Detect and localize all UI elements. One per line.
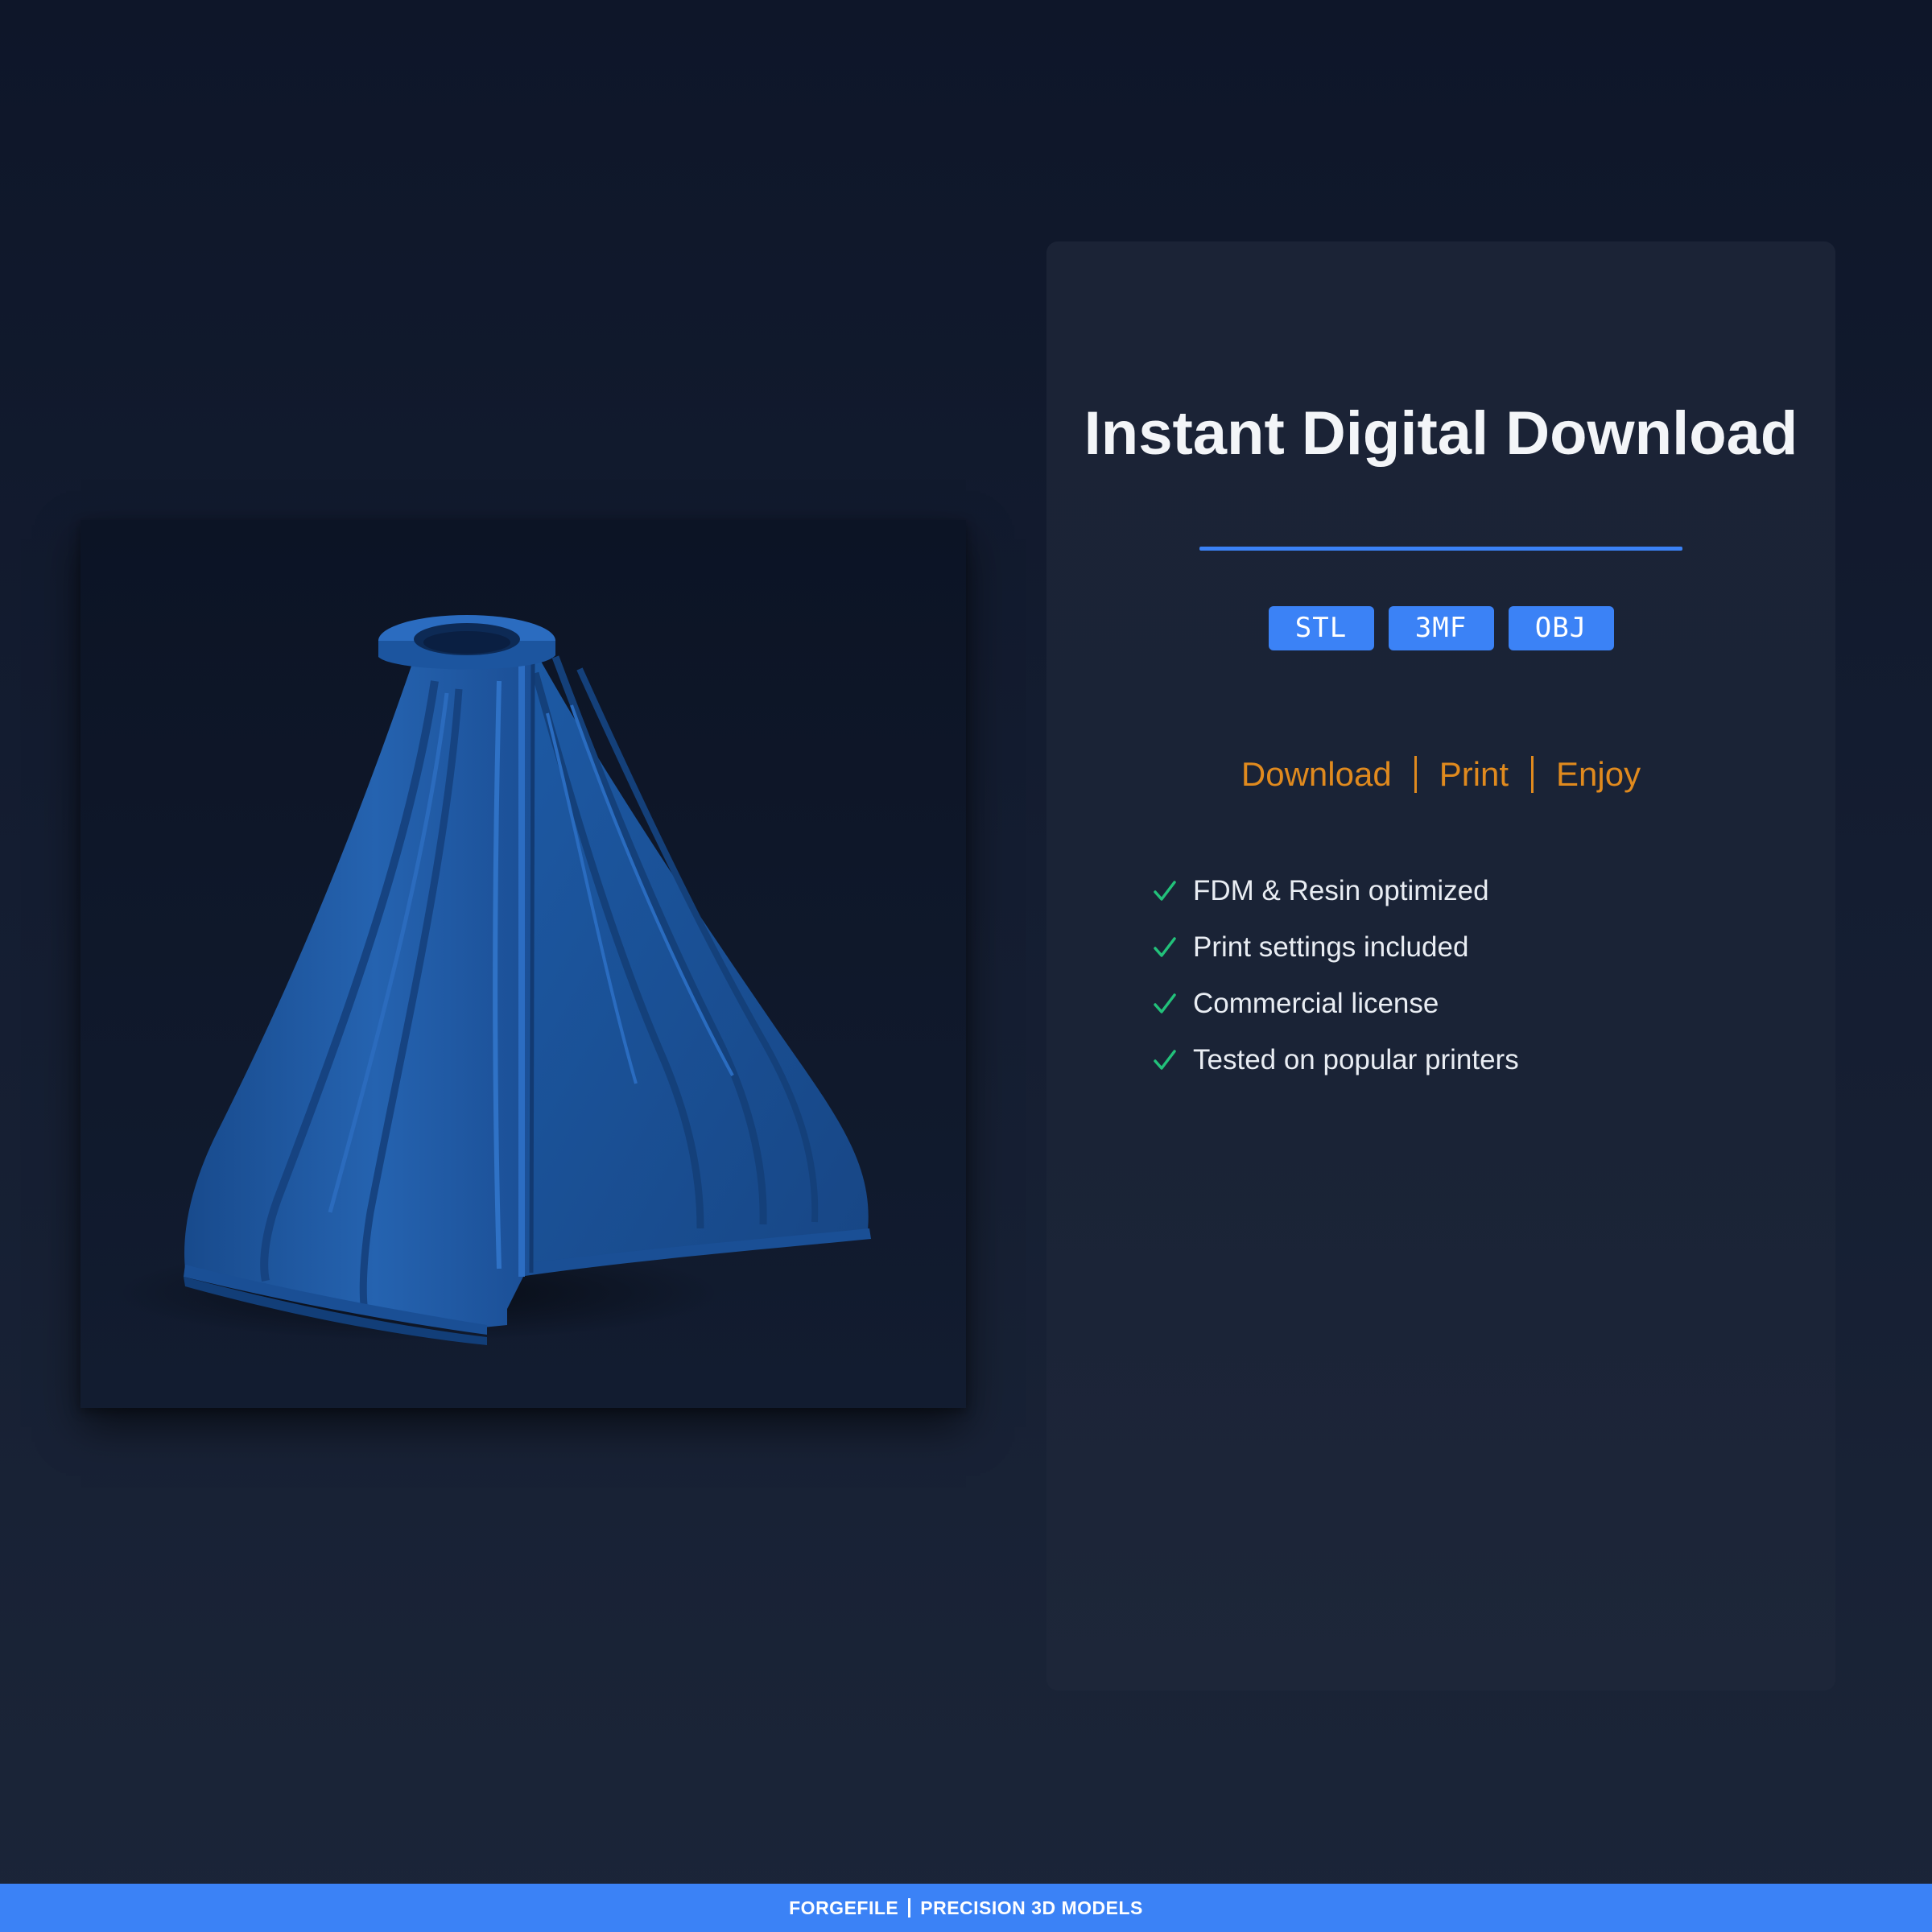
footer-bar: FORGEFILE PRECISION 3D MODELS [0, 1884, 1932, 1932]
feature-text: Print settings included [1193, 931, 1469, 963]
format-badge-3mf: 3MF [1388, 606, 1494, 650]
info-card: Instant Digital Download STL 3MF OBJ Dow… [1046, 242, 1835, 1690]
format-badges: STL 3MF OBJ [1046, 606, 1835, 650]
product-render-image [113, 615, 871, 1345]
footer-brand: FORGEFILE [789, 1897, 899, 1918]
feature-item: FDM & Resin optimized [1151, 863, 1519, 919]
step-download: Download [1241, 755, 1392, 793]
check-icon [1154, 937, 1176, 957]
format-badge-stl: STL [1268, 606, 1374, 650]
title-underline [1199, 547, 1682, 551]
product-image-frame [80, 520, 966, 1408]
footer-tagline: PRECISION 3D MODELS [920, 1897, 1143, 1918]
feature-item: Print settings included [1151, 919, 1519, 976]
feature-text: FDM & Resin optimized [1193, 875, 1489, 906]
check-icon [1154, 1050, 1176, 1070]
feature-list: FDM & Resin optimized Print settings inc… [1151, 863, 1519, 1088]
step-divider [1414, 756, 1417, 793]
step-print: Print [1439, 755, 1509, 793]
step-enjoy: Enjoy [1556, 755, 1641, 793]
format-badge-obj: OBJ [1508, 606, 1614, 650]
steps-row: Download Print Enjoy [1046, 755, 1835, 794]
card-title: Instant Digital Download [1046, 402, 1835, 465]
feature-text: Commercial license [1193, 988, 1439, 1019]
feature-item: Commercial license [1151, 976, 1519, 1032]
footer-divider [908, 1898, 911, 1918]
title-text: Instant Digital Download [1084, 399, 1798, 468]
feature-item: Tested on popular printers [1151, 1032, 1519, 1088]
check-icon [1154, 881, 1176, 901]
step-divider [1531, 756, 1534, 793]
check-icon [1154, 993, 1176, 1013]
feature-text: Tested on popular printers [1193, 1044, 1519, 1075]
